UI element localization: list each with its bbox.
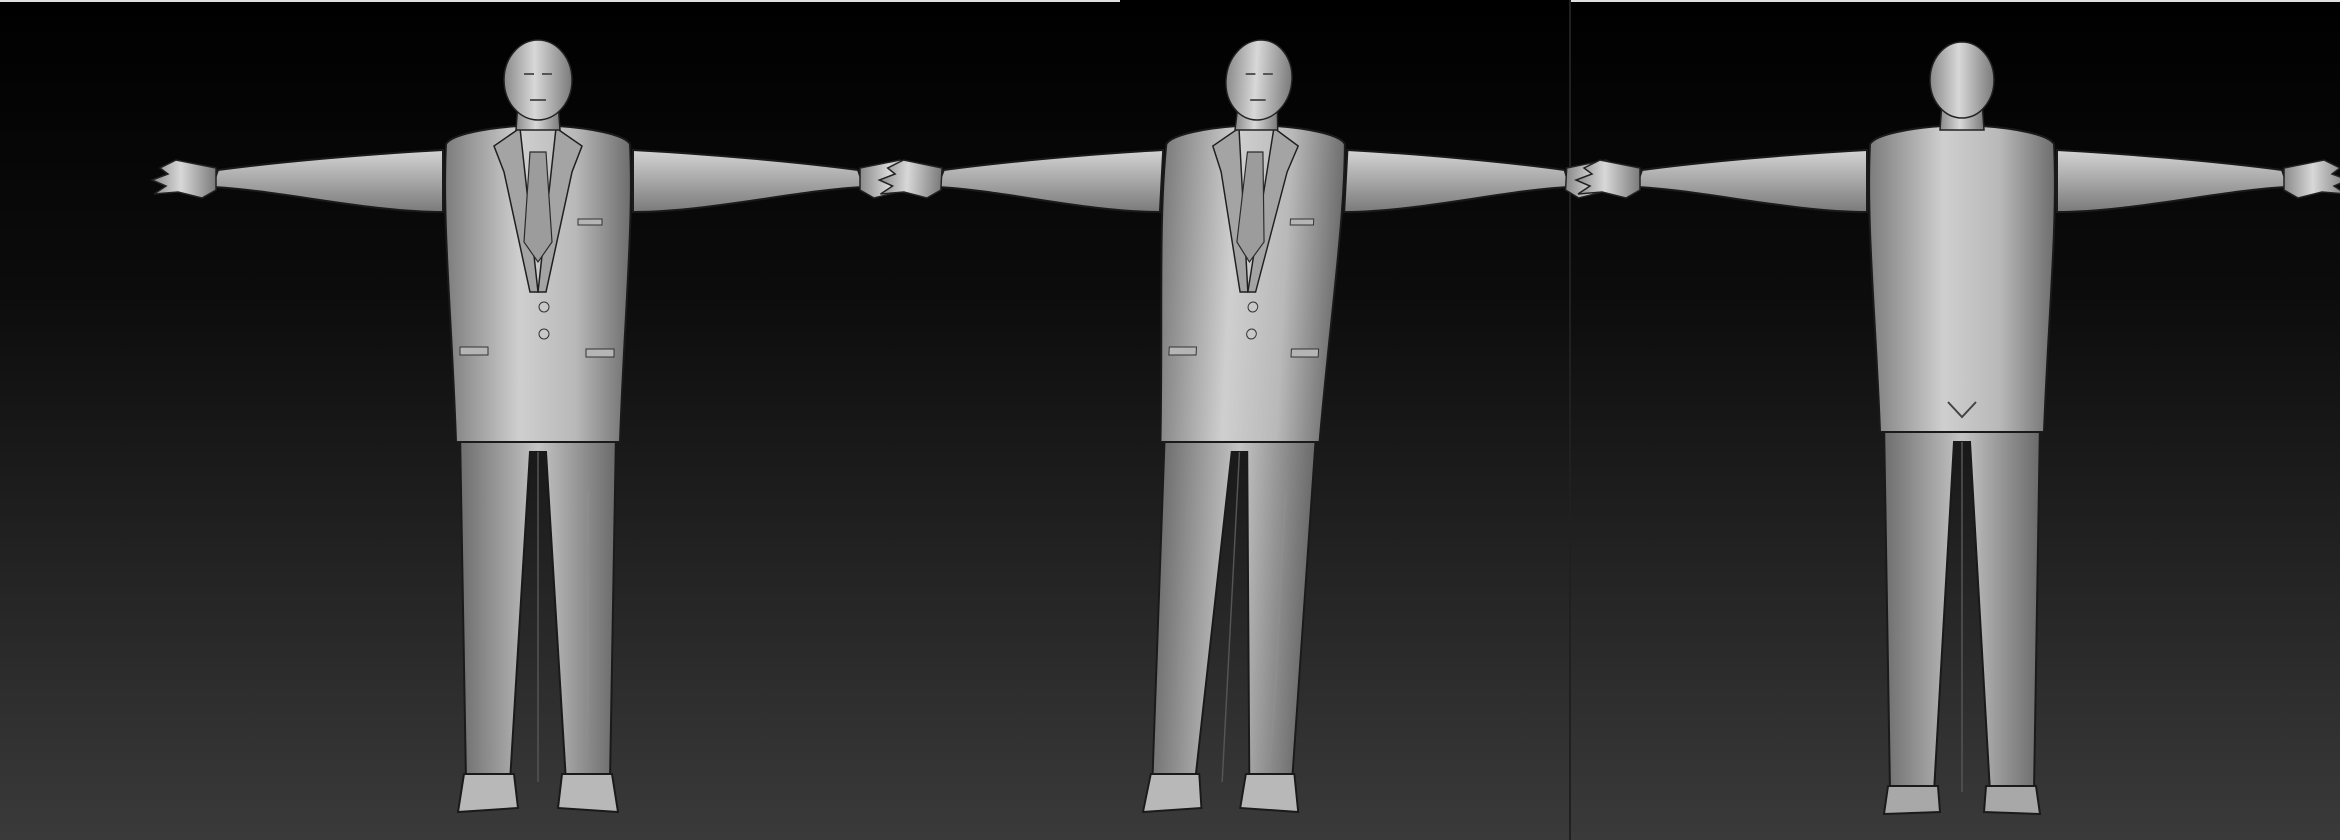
viewport-canvas: [0, 0, 2340, 840]
render-svg: [0, 0, 2340, 840]
